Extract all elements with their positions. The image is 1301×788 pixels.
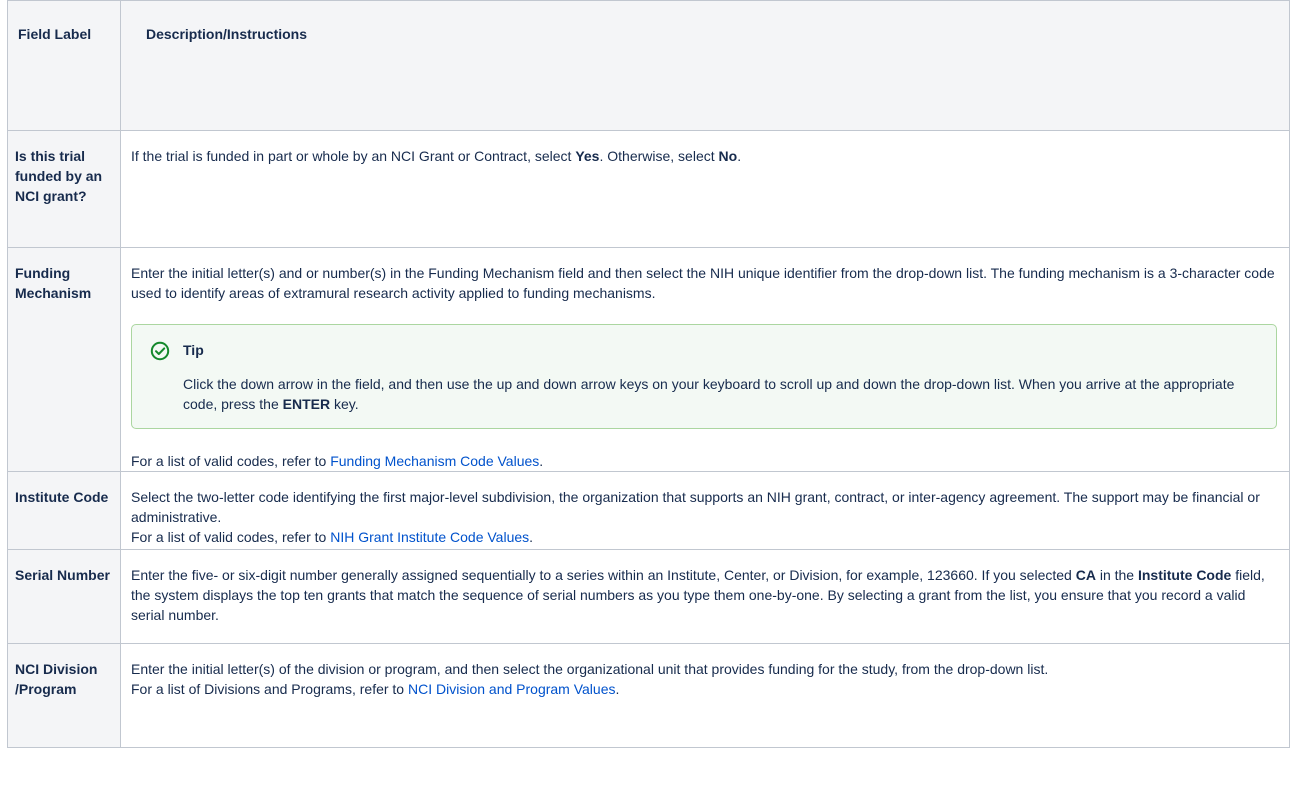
reference-line: For a list of valid codes, refer to NIH … [131, 527, 1277, 547]
description-paragraph: Select the two-letter code identifying t… [131, 489, 1260, 525]
bold-term: No [718, 148, 738, 164]
description-text: Enter the five- or six-digit number gene… [131, 567, 1076, 583]
table-header-row: Field Label Description/Instructions [7, 0, 1290, 131]
field-label: Is this trial funded by an NCI grant? [7, 130, 121, 248]
reference-text: For a list of valid codes, refer to [131, 453, 331, 469]
field-description: Enter the initial letter(s) of the divis… [120, 643, 1290, 748]
description-text: in the [1095, 567, 1138, 583]
tip-panel: Tip Click the down arrow in the field, a… [131, 324, 1277, 429]
check-circle-icon [150, 341, 170, 361]
field-label: Serial Number [7, 549, 121, 644]
field-description: Enter the five- or six-digit number gene… [120, 549, 1290, 644]
field-label: Institute Code [7, 471, 121, 550]
field-description: Enter the initial letter(s) and or numbe… [120, 247, 1290, 472]
tip-body: Click the down arrow in the field, and t… [183, 374, 1256, 414]
tip-text: key. [330, 396, 359, 412]
reference-line: For a list of Divisions and Programs, re… [131, 679, 1277, 699]
reference-text: For a list of valid codes, refer to [131, 529, 331, 545]
bold-term: ENTER [282, 396, 331, 412]
table-row: Serial Number Enter the five- or six-dig… [7, 549, 1290, 644]
bold-term: Institute Code [1137, 567, 1232, 583]
table-row: Is this trial funded by an NCI grant? If… [7, 130, 1290, 248]
description-text: . [737, 148, 742, 164]
description-text: . Otherwise, select [599, 148, 719, 164]
field-description: If the trial is funded in part or whole … [120, 130, 1290, 248]
table-row: Funding Mechanism Enter the initial lett… [7, 247, 1290, 472]
tip-title: Tip [183, 342, 204, 358]
reference-text: . [615, 681, 620, 697]
reference-text: For a list of Divisions and Programs, re… [131, 681, 408, 697]
field-instructions-table: Field Label Description/Instructions Is … [7, 0, 1290, 748]
column-header-field-label: Field Label [7, 0, 121, 131]
reference-line: For a list of valid codes, refer to Fund… [131, 451, 1277, 471]
column-header-description: Description/Instructions [120, 0, 1290, 131]
funding-mechanism-code-values-link[interactable]: Funding Mechanism Code Values [330, 453, 539, 469]
field-description: Select the two-letter code identifying t… [120, 471, 1290, 550]
reference-text: . [539, 453, 544, 469]
table-row: NCI Division /Program Enter the initial … [7, 643, 1290, 748]
nih-grant-institute-code-values-link[interactable]: NIH Grant Institute Code Values [330, 529, 529, 545]
description-text: If the trial is funded in part or whole … [131, 148, 576, 164]
description-paragraph: Enter the initial letter(s) of the divis… [131, 661, 1049, 677]
field-label: NCI Division /Program [7, 643, 121, 748]
reference-text: . [529, 529, 534, 545]
bold-term: CA [1075, 567, 1096, 583]
nci-division-program-values-link[interactable]: NCI Division and Program Values [408, 681, 616, 697]
description-paragraph: Enter the initial letter(s) and or numbe… [131, 265, 1275, 301]
bold-term: Yes [575, 148, 600, 164]
field-label: Funding Mechanism [7, 247, 121, 472]
table-row: Institute Code Select the two-letter cod… [7, 471, 1290, 550]
